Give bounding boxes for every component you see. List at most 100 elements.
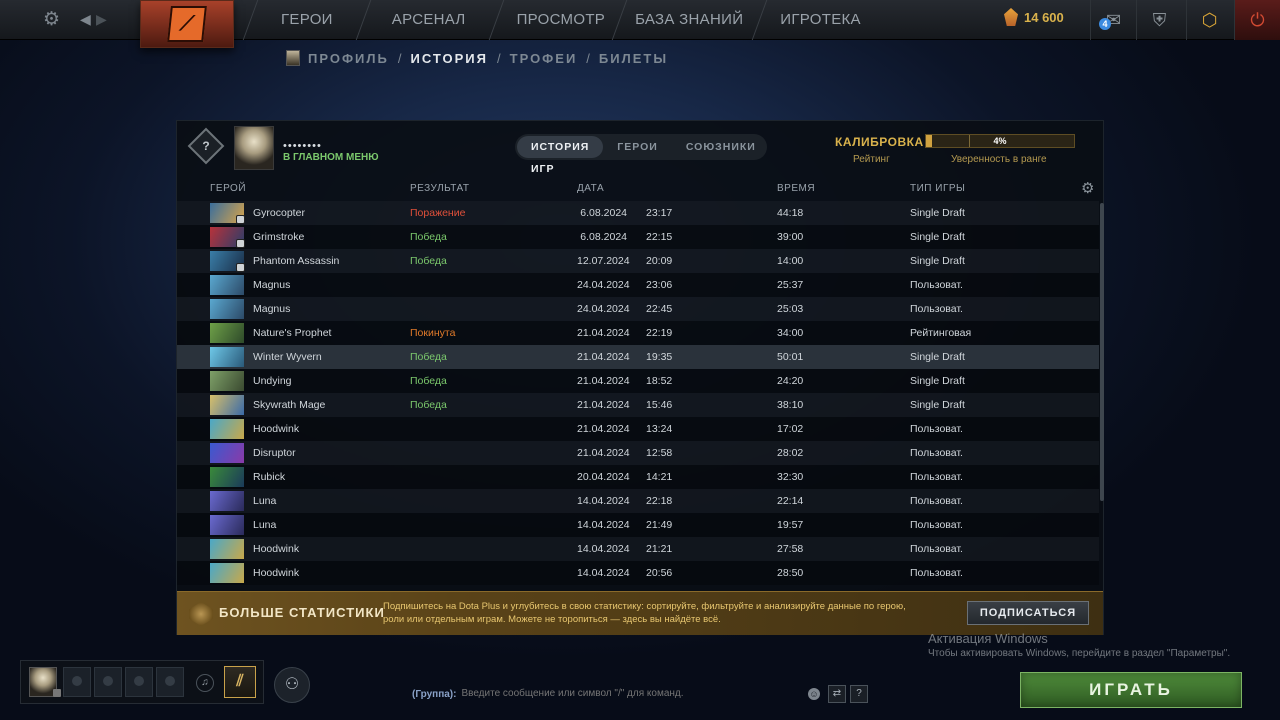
match-result: Победа	[410, 375, 447, 387]
armory-shield-button[interactable]: ⛨	[1136, 0, 1182, 40]
col-game-type[interactable]: ТИП ИГРЫ	[910, 183, 965, 194]
match-duration: 22:14	[777, 495, 804, 507]
party-slot-empty[interactable]	[156, 667, 184, 697]
chat-channel-label: (Группа):	[412, 688, 457, 700]
forward-arrow-icon[interactable]: ▶	[96, 11, 107, 28]
subnav-tickets[interactable]: БИЛЕТЫ	[599, 51, 668, 66]
table-settings-gear-icon[interactable]: ⚙	[1081, 179, 1094, 197]
match-result: Победа	[410, 399, 447, 411]
nav-learn[interactable]: БАЗА ЗНАНИЙ	[620, 0, 759, 40]
dota-logo-icon: ⟋	[167, 6, 207, 42]
party-slot-empty[interactable]	[94, 667, 122, 697]
tab-allies[interactable]: СОЮЗНИКИ	[672, 136, 770, 158]
table-row[interactable]: Luna 14.04.2024 22:18 22:14 Пользоват.	[177, 489, 1099, 513]
play-button[interactable]: ИГРАТЬ	[1020, 672, 1242, 708]
mail-button[interactable]: ✉ 4	[1090, 0, 1136, 40]
match-date: 12.07.2024	[577, 255, 630, 267]
help-icon[interactable]: ?	[850, 685, 868, 703]
match-time: 20:09	[646, 255, 673, 267]
dota-logo-button[interactable]: ⟋	[140, 0, 234, 48]
subnav-trophies[interactable]: ТРОФЕИ	[510, 51, 578, 66]
hero-portrait	[210, 443, 244, 463]
nav-armory[interactable]: АРСЕНАЛ	[364, 0, 496, 40]
table-row[interactable]: Gyrocopter Поражение 6.08.2024 23:17 44:18 Si…	[177, 201, 1099, 225]
exit-button[interactable]: ⏻	[1234, 0, 1280, 40]
subscribe-button[interactable]: ПОДПИСАТЬСЯ	[967, 601, 1089, 625]
windows-activation-title: Активация Windows	[928, 631, 1048, 646]
dota-plus-button[interactable]: ⬡	[1186, 0, 1232, 40]
tab-match-history[interactable]: ИСТОРИЯ ИГР	[517, 136, 604, 175]
panel-header: ? •••••••• В ГЛАВНОМ МЕНЮ ИСТОРИЯ ИГР ГЕ…	[177, 121, 1103, 181]
table-row[interactable]: Rubick 20.04.2024 14:21 32:30 Пользоват.	[177, 465, 1099, 489]
match-date: 14.04.2024	[577, 495, 630, 507]
emoji-icon[interactable]: ☺	[808, 688, 820, 700]
top-bar: ⚙ ◀ ▶ ⟋ ГЕРОИ АРСЕНАЛ ПРОСМОТР БАЗА ЗНАН…	[0, 0, 1280, 48]
match-time: 21:49	[646, 519, 673, 531]
item-badge-icon	[236, 263, 245, 272]
table-row[interactable]: Disruptor 21.04.2024 12:58 28:02 Пользоват.	[177, 441, 1099, 465]
match-date: 6.08.2024	[580, 231, 627, 243]
hero-portrait	[210, 227, 245, 248]
party-slot-empty[interactable]	[63, 667, 91, 697]
table-row[interactable]: Magnus 24.04.2024 23:06 25:37 Пользоват.	[177, 273, 1099, 297]
item-badge-icon	[236, 215, 245, 224]
match-type: Single Draft	[910, 351, 965, 363]
hero-portrait	[210, 203, 245, 224]
hero-portrait	[210, 371, 244, 391]
friends-button[interactable]: ⚇	[274, 667, 310, 703]
nav-heroes[interactable]: ГЕРОИ	[251, 0, 363, 40]
player-avatar[interactable]	[234, 126, 274, 170]
table-row[interactable]: Hoodwink 14.04.2024 20:56 28:50 Пользоват.	[177, 561, 1099, 585]
chat-wheel-icon[interactable]: ⇄	[828, 685, 846, 703]
match-duration: 19:57	[777, 519, 804, 531]
promo-title: БОЛЬШЕ СТАТИСТИКИ	[219, 605, 385, 620]
subnav-history[interactable]: ИСТОРИЯ	[411, 51, 489, 66]
table-row[interactable]: Undying Победа 21.04.2024 18:52 24:20 Single …	[177, 369, 1099, 393]
match-type: Пользоват.	[910, 471, 963, 483]
table-row[interactable]: Magnus 24.04.2024 22:45 25:03 Пользоват.	[177, 297, 1099, 321]
table-row[interactable]: Phantom Assassin Победа 12.07.2024 20:09 14:…	[177, 249, 1099, 273]
voice-headset-icon[interactable]: ♫	[196, 674, 214, 692]
player-status: В ГЛАВНОМ МЕНЮ	[283, 152, 379, 163]
tab-heroes[interactable]: ГЕРОИ	[603, 136, 672, 158]
back-arrow-icon[interactable]: ◀	[80, 11, 91, 28]
calibration-label: КАЛИБРОВКА	[835, 135, 924, 149]
nav-arcade[interactable]: ИГРОТЕКА	[760, 0, 875, 40]
settings-gear-icon[interactable]: ⚙	[43, 8, 60, 31]
rank-confidence-bar: 4%	[925, 134, 1075, 148]
match-date: 20.04.2024	[577, 471, 630, 483]
table-row[interactable]: Hoodwink 14.04.2024 21:21 27:58 Пользоват.	[177, 537, 1099, 561]
match-date: 6.08.2024	[580, 207, 627, 219]
table-row[interactable]: Winter Wyvern Победа 21.04.2024 19:35 50:01 S…	[177, 345, 1099, 369]
match-time: 18:52	[646, 375, 673, 387]
table-row[interactable]: Luna 14.04.2024 21:49 19:57 Пользоват.	[177, 513, 1099, 537]
table-row[interactable]: Nature's Prophet Покинута 21.04.2024 22:19 3…	[177, 321, 1099, 345]
match-type: Single Draft	[910, 255, 965, 267]
table-row[interactable]: Skywrath Mage Победа 21.04.2024 15:46 38:10 S…	[177, 393, 1099, 417]
rank-medal-icon[interactable]: ?	[187, 127, 225, 165]
match-duration: 44:18	[777, 207, 804, 219]
nav-watch[interactable]: ПРОСМОТР	[497, 0, 620, 40]
table-row[interactable]: Hoodwink 21.04.2024 13:24 17:02 Пользоват.	[177, 417, 1099, 441]
col-duration[interactable]: ВРЕМЯ	[777, 183, 815, 194]
game-mode-button[interactable]: ⫽	[224, 666, 256, 698]
match-duration: 50:01	[777, 351, 804, 363]
shards-counter[interactable]: 14 600	[1004, 8, 1064, 26]
match-history-panel: ? •••••••• В ГЛАВНОМ МЕНЮ ИСТОРИЯ ИГР ГЕ…	[176, 120, 1104, 635]
match-time: 22:18	[646, 495, 673, 507]
match-list-scrollbar[interactable]	[1100, 203, 1104, 501]
match-time: 19:35	[646, 351, 673, 363]
match-result: Победа	[410, 351, 447, 363]
party-slot-empty[interactable]	[125, 667, 153, 697]
hero-name: Magnus	[253, 303, 291, 315]
col-hero[interactable]: ГЕРОЙ	[210, 183, 246, 194]
match-date: 21.04.2024	[577, 447, 630, 459]
hero-portrait	[210, 395, 244, 415]
chat-input[interactable]	[461, 684, 804, 704]
match-list: Gyrocopter Поражение 6.08.2024 23:17 44:18 Si…	[177, 201, 1099, 589]
col-result[interactable]: РЕЗУЛЬТАТ	[410, 183, 469, 194]
subnav-profile[interactable]: ПРОФИЛЬ	[308, 51, 389, 66]
col-date[interactable]: ДАТА	[577, 183, 604, 194]
table-row[interactable]: Grimstroke Победа 6.08.2024 22:15 39:00 Singl…	[177, 225, 1099, 249]
match-duration: 25:03	[777, 303, 804, 315]
